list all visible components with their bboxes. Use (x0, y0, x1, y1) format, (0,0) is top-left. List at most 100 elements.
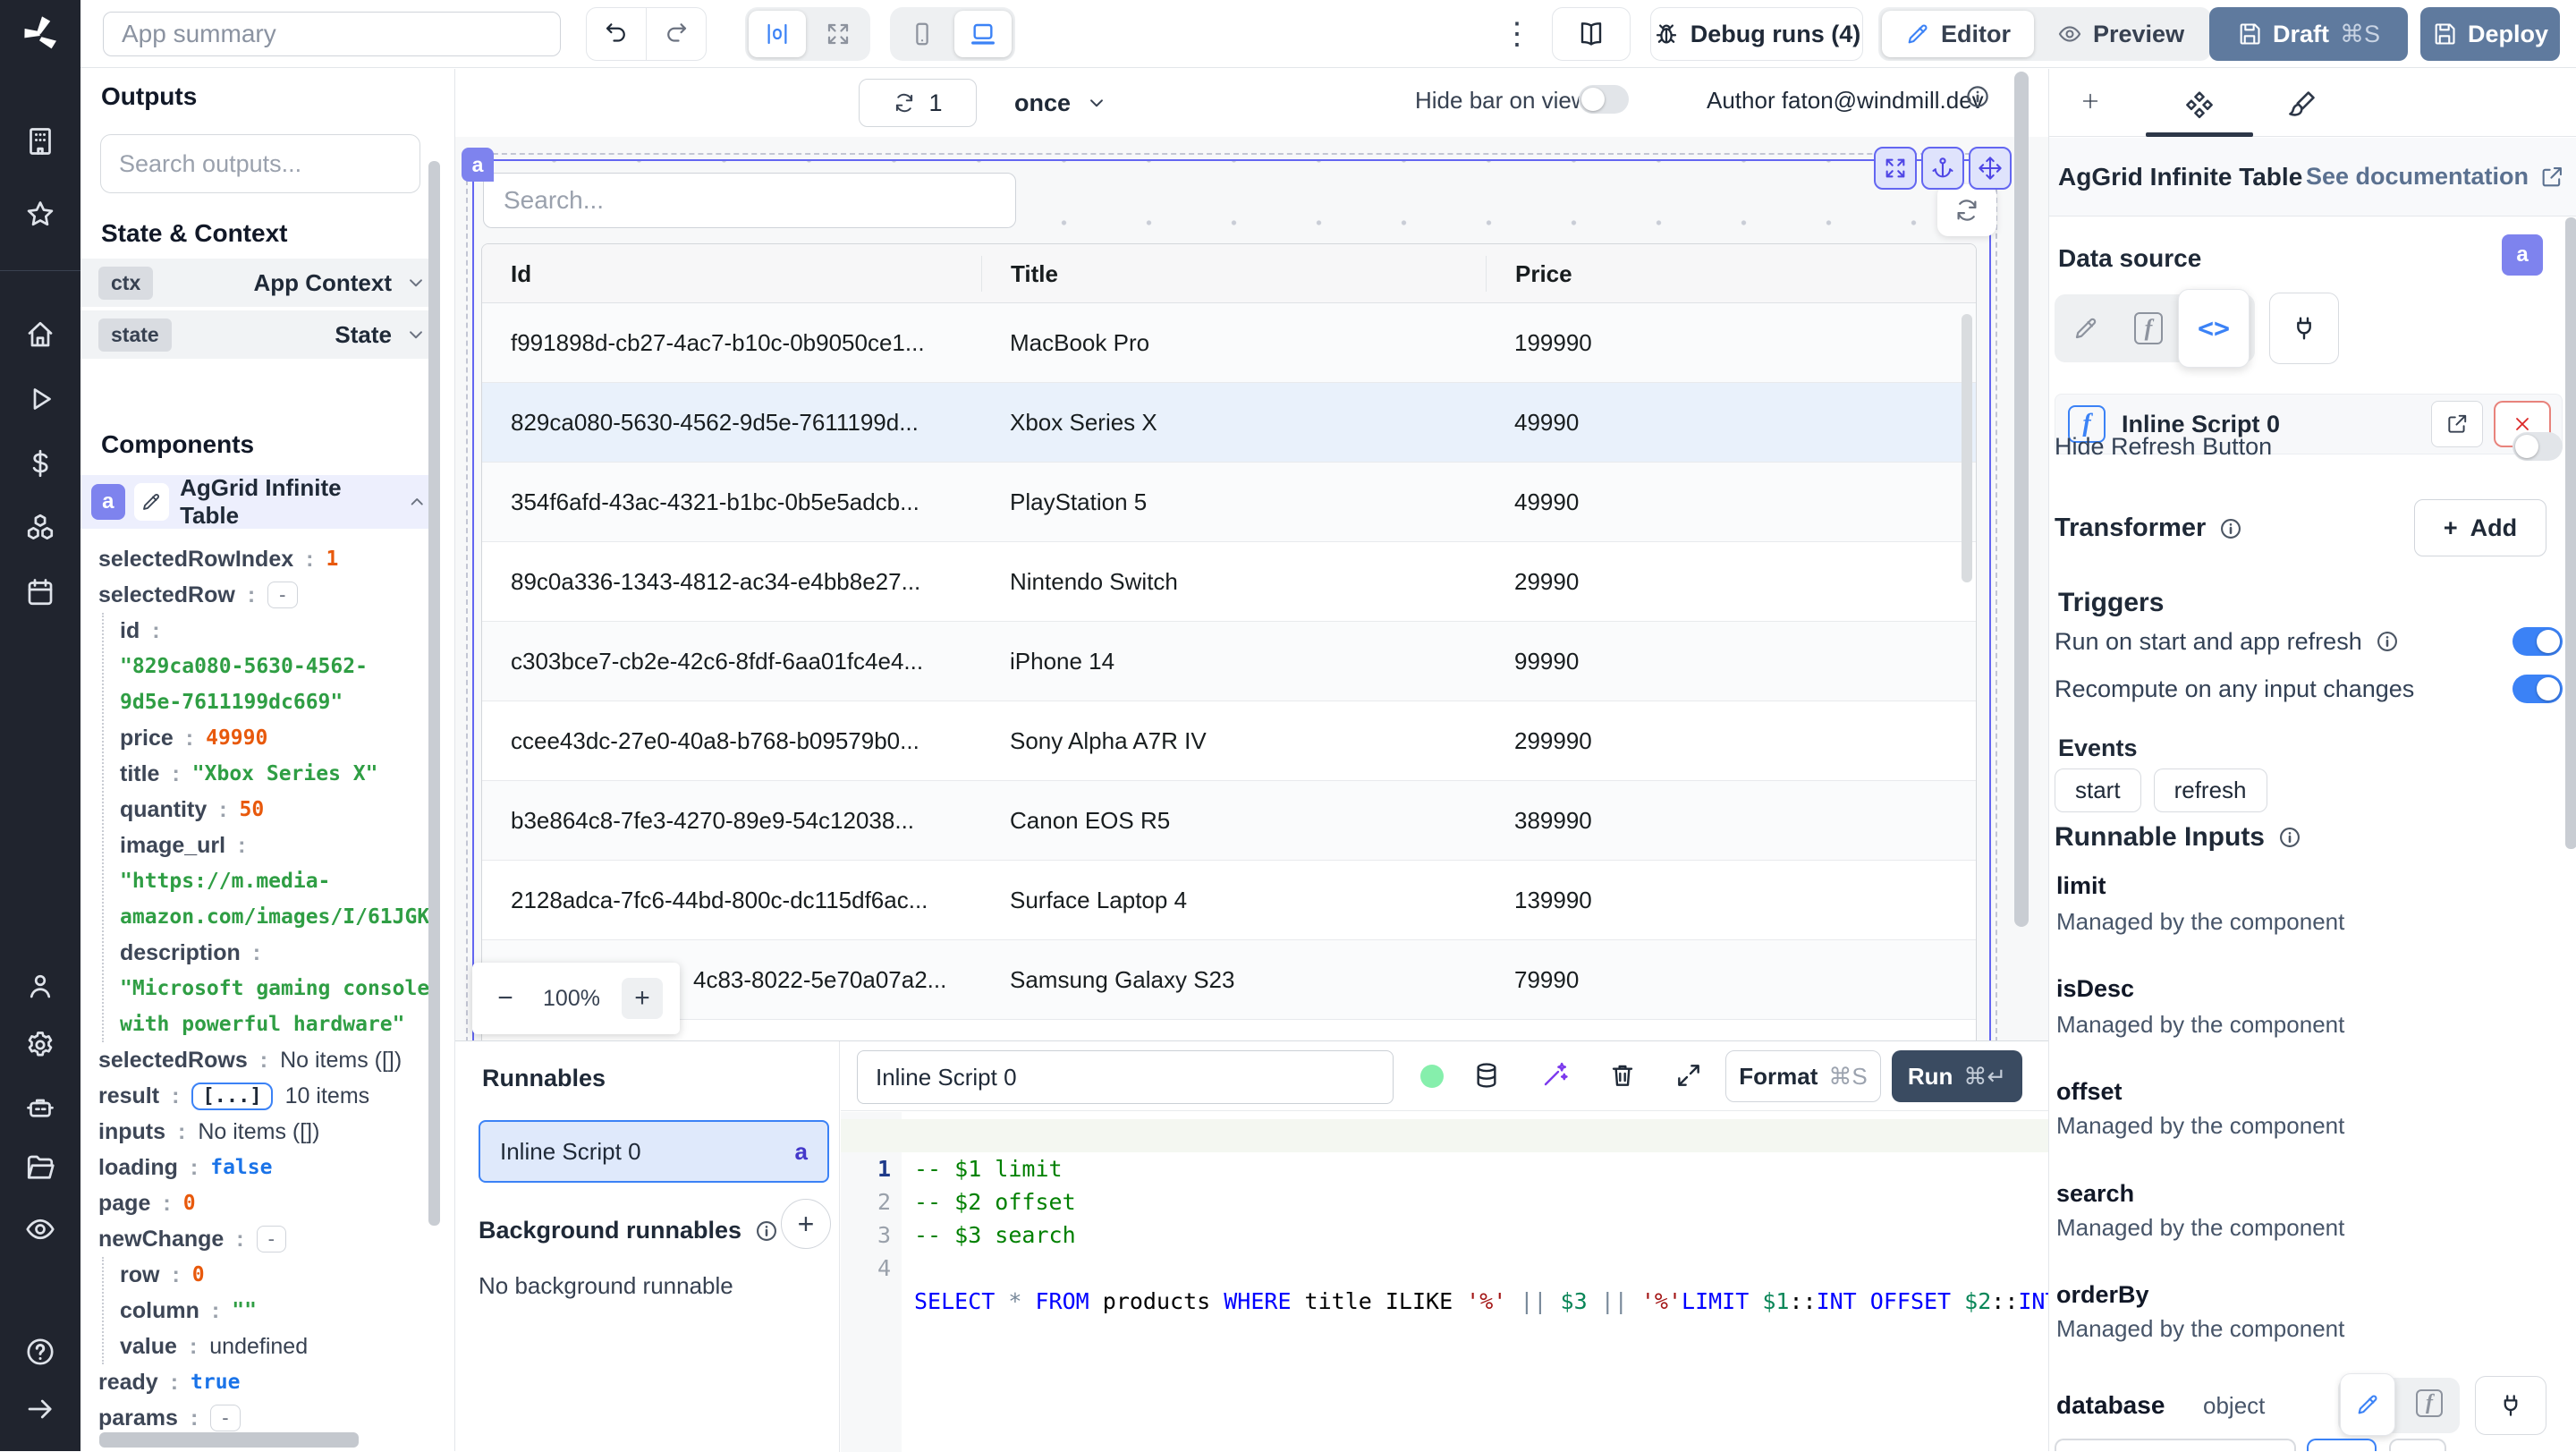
code-line-3[interactable]: 3 -- $3 search (841, 1185, 2048, 1248)
table-row[interactable]: b3e864c8-7fe3-4270-89e9-54c12038... Canon… (482, 781, 1976, 861)
prop-inputs[interactable]: inputs: No items ([]) (98, 1114, 440, 1150)
tab-preview[interactable]: Preview (2034, 11, 2207, 57)
connect-mode-button[interactable] (2269, 293, 2339, 364)
mobile-view-button[interactable] (894, 11, 951, 57)
recompute-toggle[interactable] (2512, 675, 2563, 703)
chevron-down-icon[interactable] (404, 323, 428, 346)
table-row[interactable]: c303bce7-cb2e-42c6-8fdf-6aa01fc4e4... iPh… (482, 622, 1976, 701)
prop-loading[interactable]: loading: false (98, 1150, 440, 1185)
full-width-layout-button[interactable] (809, 11, 867, 57)
table-row[interactable]: ccee43dc-27e0-40a8-b768-b09579b0... Sony … (482, 701, 1976, 781)
table-refresh-button[interactable] (1937, 184, 1996, 236)
prop-selectedRows[interactable]: selectedRows: No items ([]) (98, 1042, 440, 1078)
event-start-pill[interactable]: start (2055, 768, 2141, 812)
format-button[interactable]: Format ⌘S (1725, 1050, 1881, 1102)
ai-assistant-icon[interactable] (24, 1092, 56, 1125)
prop-image-url[interactable]: image_url: (120, 828, 440, 863)
database-static-mode-button[interactable] (2340, 1373, 2395, 1436)
settings-icon[interactable] (24, 1029, 56, 1061)
collapse-toggle[interactable]: - (256, 1226, 286, 1252)
prop-title[interactable]: title: "Xbox Series X" (120, 756, 440, 792)
refresh-count-button[interactable]: 1 (859, 79, 977, 127)
info-icon[interactable] (2277, 825, 2302, 850)
component-settings-tab[interactable] (2173, 85, 2226, 124)
outputs-horizontal-scrollbar[interactable] (99, 1432, 359, 1448)
run-button[interactable]: Run ⌘↵ (1892, 1050, 2022, 1102)
account-icon[interactable] (24, 970, 56, 1002)
column-header-price[interactable]: Price (1486, 255, 1976, 292)
draft-button[interactable]: Draft ⌘S (2209, 7, 2408, 61)
zoom-out-button[interactable]: − (489, 983, 521, 1014)
state-row[interactable]: state State (80, 310, 440, 359)
table-search-input[interactable] (483, 173, 1016, 228)
prop-page[interactable]: page:0 (98, 1185, 440, 1221)
workspace-icon[interactable] (24, 125, 56, 157)
table-row[interactable]: 354f6afd-43ac-4321-b1bc-0b5e5adcb... Play… (482, 463, 1976, 542)
code-line-1[interactable]: 1 -- $1 limit (841, 1119, 2048, 1182)
table-row[interactable]: f991898d-cb27-4ac7-b10c-0b9050ce1... MacB… (482, 303, 1976, 383)
docs-button[interactable] (1552, 7, 1631, 61)
canvas-area[interactable]: a Id Title Price f991898d-cb27-4ac7-b10c… (455, 137, 2048, 1040)
hide-bar-toggle[interactable] (1579, 85, 1629, 114)
watch-icon[interactable] (24, 1213, 56, 1245)
column-header-title[interactable]: Title (981, 255, 1486, 292)
table-row[interactable]: 4c83-8022-5e70a07a2... Samsung Galaxy S23… (482, 940, 1976, 1020)
template-mode-button[interactable]: f (2117, 312, 2180, 344)
prop-selectedRowIndex[interactable]: selectedRowIndex:1 (98, 541, 440, 577)
windmill-logo-icon[interactable] (19, 13, 62, 55)
collapse-sidebar-icon[interactable] (24, 1393, 56, 1425)
redo-button[interactable] (647, 8, 706, 60)
settings-vertical-scrollbar[interactable] (2565, 217, 2576, 849)
undo-button[interactable] (587, 8, 646, 60)
collapse-toggle[interactable]: - (210, 1405, 241, 1431)
resources-icon[interactable] (24, 512, 56, 544)
database-value-input-cut[interactable] (2055, 1439, 2296, 1451)
add-transformer-button[interactable]: + Add (2414, 499, 2546, 556)
search-outputs-input[interactable] (100, 134, 420, 193)
see-documentation-link[interactable]: See documentation (2306, 163, 2564, 191)
centered-layout-button[interactable] (749, 11, 806, 57)
database-connect-mode-button[interactable] (2475, 1376, 2546, 1435)
home-icon[interactable] (24, 318, 56, 351)
prop-result[interactable]: result: [...] 10 items (98, 1078, 440, 1114)
more-menu-button[interactable]: ⋮ (1499, 13, 1535, 55)
static-mode-button[interactable] (2055, 315, 2117, 342)
variables-icon[interactable] (24, 447, 56, 480)
database-template-mode-button[interactable]: f (2407, 1389, 2452, 1417)
code-line-2[interactable]: 2 -- $2 offset (841, 1152, 2048, 1215)
outputs-vertical-scrollbar[interactable] (428, 161, 440, 1226)
prop-newChange[interactable]: newChange: - (98, 1221, 440, 1257)
help-icon[interactable] (24, 1336, 56, 1368)
favorites-icon[interactable] (24, 199, 56, 231)
prop-ready[interactable]: ready: true (98, 1364, 440, 1400)
app-summary-input[interactable] (103, 12, 561, 56)
database-picker-button-cut[interactable] (2307, 1439, 2377, 1451)
table-vertical-scrollbar[interactable] (1962, 314, 1972, 582)
zoom-in-button[interactable]: + (621, 978, 663, 1019)
info-icon[interactable] (1964, 83, 1991, 110)
folders-icon[interactable] (24, 1151, 56, 1184)
table-row-selected[interactable]: 829ca080-5630-4562-9d5e-7611199d... Xbox … (482, 383, 1976, 463)
prop-id[interactable]: id: (120, 613, 440, 649)
prop-description[interactable]: description: (120, 935, 440, 971)
code-editor[interactable]: 1 -- $1 limit 2 -- $2 offset 3 -- $3 search… (841, 1112, 2072, 1452)
anchor-component-button[interactable] (1921, 147, 1964, 190)
add-background-runnable-button[interactable]: + (781, 1199, 831, 1249)
canvas-vertical-scrollbar[interactable] (2014, 72, 2029, 927)
expand-component-button[interactable] (1874, 147, 1917, 190)
chevron-up-icon[interactable] (406, 490, 428, 514)
ctx-row[interactable]: ctx App Context (80, 259, 440, 307)
table-row[interactable]: 89c0a336-1343-4812-ac34-e4bb8e27... Ninte… (482, 542, 1976, 622)
prop-price[interactable]: price:49990 (120, 720, 440, 756)
schedules-icon[interactable] (24, 576, 56, 608)
prop-params[interactable]: params: - (98, 1400, 440, 1436)
event-refresh-pill[interactable]: refresh (2153, 768, 2267, 812)
runs-icon[interactable] (24, 383, 56, 415)
ai-wand-icon[interactable] (1540, 1061, 1569, 1090)
database-icon[interactable] (1472, 1061, 1501, 1090)
rename-component-button[interactable] (133, 483, 170, 521)
hide-refresh-toggle[interactable] (2512, 432, 2563, 461)
expand-result-button[interactable]: [...] (191, 1082, 273, 1110)
chevron-down-icon[interactable] (404, 271, 428, 294)
expand-editor-icon[interactable] (1674, 1061, 1703, 1090)
